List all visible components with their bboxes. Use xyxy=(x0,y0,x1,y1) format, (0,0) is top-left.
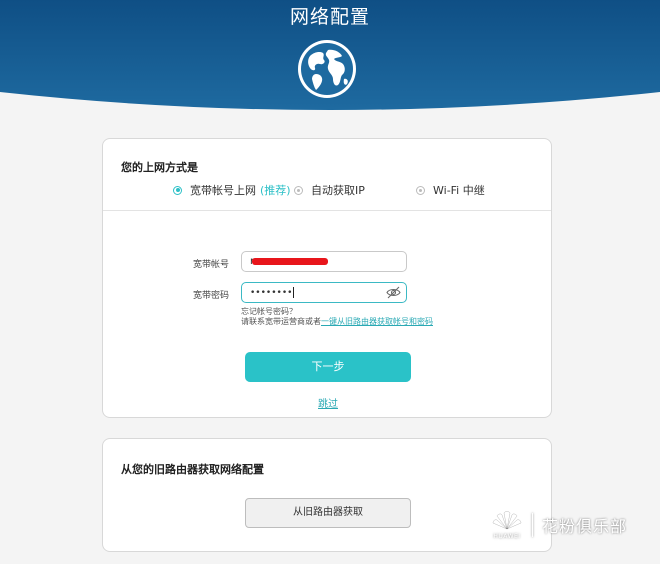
get-from-old-router-button[interactable]: 从旧路由器获取 xyxy=(245,498,411,528)
radio-unselected-icon xyxy=(294,185,303,195)
huawei-flower-icon xyxy=(492,511,522,530)
globe-icon xyxy=(298,40,356,98)
password-label: 宽带密码 xyxy=(193,291,230,301)
watermark-separator xyxy=(532,513,533,537)
connection-card: 您的上网方式是 宽带帐号上网 (推荐) 自动获取IP Wi-Fi 中继 宽带帐号… xyxy=(102,138,552,418)
huawei-logo: HUAWEI xyxy=(490,507,524,543)
old-router-card: 从您的旧路由器获取网络配置 从旧路由器获取 xyxy=(102,438,552,552)
recommended-tag: (推荐) xyxy=(260,184,291,197)
password-value: •••••••• xyxy=(250,288,293,298)
skip-link: 跳过 xyxy=(103,395,553,410)
redaction-mark xyxy=(252,258,328,265)
next-button[interactable]: 下一步 xyxy=(245,352,411,382)
huawei-brand: HUAWEI xyxy=(493,533,521,540)
card-divider xyxy=(103,210,551,211)
contact-hint: 请联系宽带运营商或者一键从旧路由器获取帐号和密码 xyxy=(241,316,433,327)
watermark: HUAWEI 花粉俱乐部 xyxy=(490,507,627,543)
radio-pppoe-label: 宽带帐号上网 xyxy=(190,184,256,197)
account-label: 宽带帐号 xyxy=(193,260,230,270)
radio-selected-icon xyxy=(173,185,182,195)
page-title: 网络配置 xyxy=(289,6,370,28)
eye-icon[interactable] xyxy=(386,286,401,299)
text-caret xyxy=(293,286,295,298)
account-input[interactable]: r xyxy=(241,251,407,272)
radio-wifi-relay-label: Wi-Fi 中继 xyxy=(433,184,485,197)
radio-dhcp-label: 自动获取IP xyxy=(311,184,365,197)
get-credentials-link[interactable]: 一键从旧路由器获取帐号和密码 xyxy=(321,317,433,326)
connection-title: 您的上网方式是 xyxy=(121,161,198,174)
connection-options: 宽带帐号上网 (推荐) 自动获取IP Wi-Fi 中继 xyxy=(103,182,553,200)
skip-link-text[interactable]: 跳过 xyxy=(318,399,338,410)
password-input[interactable]: •••••••• xyxy=(241,282,407,303)
watermark-text: 花粉俱乐部 xyxy=(542,517,628,536)
header-banner: 网络配置 xyxy=(0,0,660,120)
radio-wifi-relay[interactable]: Wi-Fi 中继 xyxy=(416,182,485,198)
radio-dhcp[interactable]: 自动获取IP xyxy=(294,182,365,198)
radio-pppoe[interactable]: 宽带帐号上网 (推荐) xyxy=(173,182,291,198)
radio-unselected-icon xyxy=(416,185,425,195)
old-router-title: 从您的旧路由器获取网络配置 xyxy=(121,463,264,476)
contact-text: 请联系宽带运营商或者 xyxy=(241,317,321,326)
